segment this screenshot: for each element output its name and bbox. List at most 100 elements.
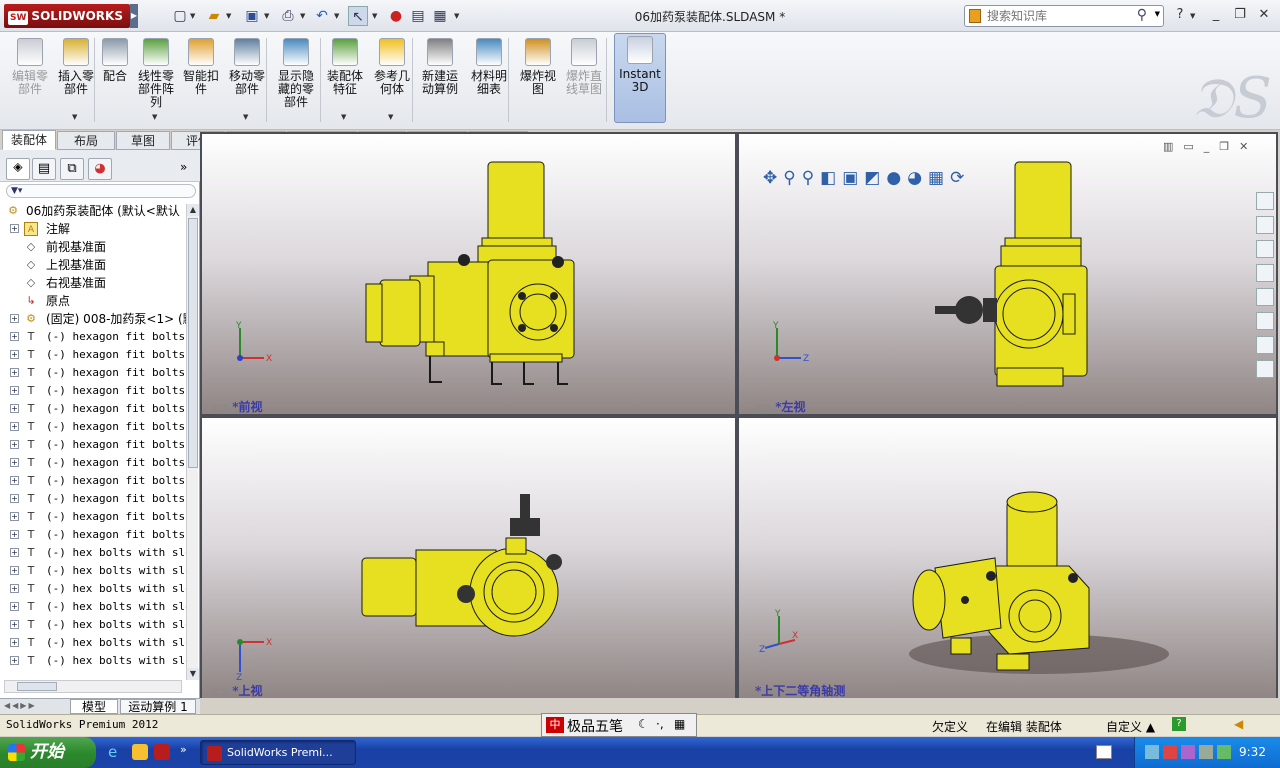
status-arrow-icon[interactable]: ◀ — [1234, 717, 1243, 731]
save-dropdown-icon[interactable]: ▼ — [264, 6, 272, 26]
print-dropdown-icon[interactable]: ▼ — [300, 6, 308, 26]
knowledge-search[interactable]: ⚲ ▼ — [964, 5, 1164, 27]
minimize-icon[interactable]: _ — [1206, 6, 1226, 24]
print-icon[interactable]: ⎙ — [278, 6, 298, 26]
expand-icon[interactable]: + — [10, 602, 19, 611]
tree-horizontal-scrollbar[interactable] — [4, 680, 182, 693]
clock[interactable]: 9:32 — [1239, 737, 1266, 768]
viewport-left[interactable]: ▥▭_❐✕ ✥⚲⚲◧▣◩●◕▦⟳ Y Z ⊂⊃ *左视 — [739, 134, 1276, 414]
expand-icon[interactable]: + — [10, 584, 19, 593]
tree-item[interactable]: + T (-) hex bolts with slot — [0, 580, 186, 598]
expand-icon[interactable]: + — [10, 476, 19, 485]
tree-item[interactable]: + ⚙ (固定) 008-加药泵<1> (默 — [0, 310, 186, 328]
flag-tray-icon[interactable] — [1096, 745, 1112, 759]
dropdown-icon[interactable]: ▼ — [72, 111, 77, 124]
help-status-icon[interactable]: ? — [1172, 717, 1186, 731]
tree-item[interactable]: + T (-) hexagon fit bolts-- — [0, 454, 186, 472]
expand-icon[interactable]: + — [10, 566, 19, 575]
tree-item[interactable]: + A 注解 — [0, 220, 186, 238]
ime-toolbar[interactable]: 中 极品五笔 ☾ ·, ▦ — [541, 713, 697, 737]
tree-item[interactable]: + T (-) hex bolts with slot — [0, 616, 186, 634]
tab-nav-arrows-icon[interactable]: ◀◀▶▶ — [4, 701, 37, 710]
taskbar-solidworks[interactable]: SolidWorks Premi... — [200, 740, 356, 765]
dropdown-icon[interactable]: ▼ — [388, 111, 393, 124]
expand-icon[interactable]: + — [10, 422, 19, 431]
ime-keyboard-icon[interactable]: ▦ — [674, 717, 685, 731]
file-explorer-icon[interactable] — [1256, 240, 1274, 258]
expand-icon[interactable]: + — [10, 620, 19, 629]
graphics-area[interactable]: Y X ⊂⊃ *前视 ▥▭_❐✕ ✥⚲⚲◧▣◩●◕▦⟳ Y Z ⊂⊃ *左视 X… — [200, 132, 1278, 698]
expand-icon[interactable]: + — [10, 458, 19, 467]
tree-item[interactable]: + T (-) hex bolts with slot — [0, 562, 186, 580]
unit-system-button[interactable]: 自定义 ▲ — [1106, 718, 1155, 735]
viewport-top[interactable]: X Z ⊂⊃ *上视 — [202, 418, 735, 698]
scroll-thumb[interactable] — [188, 218, 198, 468]
expand-icon[interactable]: + — [10, 350, 19, 359]
ribbon-button-insert-component[interactable]: 插入零部件 ▼ — [56, 36, 96, 124]
tray-solidworks-icon[interactable] — [1163, 745, 1177, 759]
tree-item[interactable]: + T (-) hexagon fit bolts-- — [0, 328, 186, 346]
solidworks-quicklaunch-icon[interactable] — [154, 744, 170, 760]
options-dropdown-icon[interactable]: ▼ — [454, 6, 462, 26]
tree-vertical-scrollbar[interactable]: ▲ ▼ — [186, 204, 199, 680]
tree-item[interactable]: + T (-) hexagon fit bolts-- — [0, 382, 186, 400]
save-icon[interactable]: ▣ — [242, 6, 262, 26]
scroll-down-icon[interactable]: ▼ — [187, 668, 199, 680]
expand-icon[interactable]: + — [10, 548, 19, 557]
help-dropdown-icon[interactable]: ▼ — [1190, 6, 1198, 26]
file-properties-icon[interactable]: ▤ — [408, 6, 428, 26]
menu-expand-icon[interactable]: ▶ — [130, 4, 138, 28]
feature-tree-tab-icon[interactable]: 🞛 — [6, 158, 30, 180]
hscroll-thumb[interactable] — [17, 682, 57, 691]
ribbon-button-bom[interactable]: 材料明细表 — [468, 36, 510, 124]
property-manager-tab-icon[interactable]: ▤ — [32, 158, 56, 180]
expand-icon[interactable]: + — [10, 224, 19, 233]
tab-2[interactable]: 草图 — [116, 131, 170, 150]
ribbon-button-motion-study[interactable]: 新建运动算例 — [416, 36, 464, 124]
tree-item[interactable]: + T (-) hexagon fit bolts-- — [0, 436, 186, 454]
ime-moon-icon[interactable]: ☾ — [638, 717, 649, 731]
search-input[interactable] — [987, 8, 1137, 24]
tab-model[interactable]: 模型 — [70, 699, 118, 714]
expand-icon[interactable]: + — [10, 404, 19, 413]
tray-network-icon[interactable] — [1145, 745, 1159, 759]
select-cursor-icon[interactable]: ↖ — [348, 6, 368, 26]
tree-item[interactable]: + T (-) hex bolts with slot — [0, 598, 186, 616]
tab-1[interactable]: 布局 — [57, 131, 115, 150]
tree-item[interactable]: ◇ 上视基准面 — [0, 256, 186, 274]
search-icon[interactable]: ⚲ — [1137, 7, 1147, 23]
scroll-up-icon[interactable]: ▲ — [187, 204, 199, 216]
new-dropdown-icon[interactable]: ▼ — [190, 6, 198, 26]
expand-icon[interactable]: + — [10, 314, 19, 323]
help-icon[interactable]: ? — [1170, 6, 1190, 24]
display-manager-tab-icon[interactable]: ◕ — [88, 158, 112, 180]
tree-item[interactable]: ◇ 右视基准面 — [0, 274, 186, 292]
ribbon-button-linear-pattern[interactable]: 线性零部件阵列 ▼ — [134, 36, 178, 124]
rebuild-icon[interactable]: ● — [386, 6, 406, 26]
open-folder-icon[interactable]: ▰ — [204, 6, 224, 26]
ribbon-button-smart-fastener[interactable]: 智能扣件 — [180, 36, 222, 124]
tree-item[interactable]: ◇ 前视基准面 — [0, 238, 186, 256]
tab-motion-study[interactable]: 运动算例 1 — [120, 699, 196, 714]
home-icon[interactable] — [1256, 192, 1274, 210]
quicklaunch-more-icon[interactable]: » — [180, 743, 187, 756]
dropdown-icon[interactable]: ▼ — [341, 111, 346, 124]
tree-item[interactable]: + T (-) hex bolts with slot — [0, 544, 186, 562]
ime-punct-icon[interactable]: ·, — [656, 717, 664, 731]
dropdown-icon[interactable]: ▼ — [152, 111, 157, 124]
tree-item[interactable]: + T (-) hexagon fit bolts-- — [0, 526, 186, 544]
forum-icon[interactable] — [1256, 360, 1274, 378]
ribbon-button-mate[interactable]: 配合 — [100, 36, 130, 124]
expand-icon[interactable]: + — [10, 368, 19, 377]
expand-icon[interactable]: + — [10, 512, 19, 521]
configuration-tab-icon[interactable]: ⧉ — [60, 158, 84, 180]
expand-icon[interactable]: + — [10, 638, 19, 647]
appearances-icon[interactable] — [1256, 288, 1274, 306]
tree-item[interactable]: + T (-) hexagon fit bolts-- — [0, 346, 186, 364]
tree-item[interactable]: + T (-) hexagon fit bolts-- — [0, 364, 186, 382]
design-library-icon[interactable] — [1256, 216, 1274, 234]
filter-box[interactable]: ▼▾ — [6, 184, 196, 198]
ribbon-button-show-hidden[interactable]: 显示隐藏的零部件 — [272, 36, 320, 124]
tab-0[interactable]: 装配体 — [2, 130, 56, 150]
tray-app-icon[interactable] — [1181, 745, 1195, 759]
